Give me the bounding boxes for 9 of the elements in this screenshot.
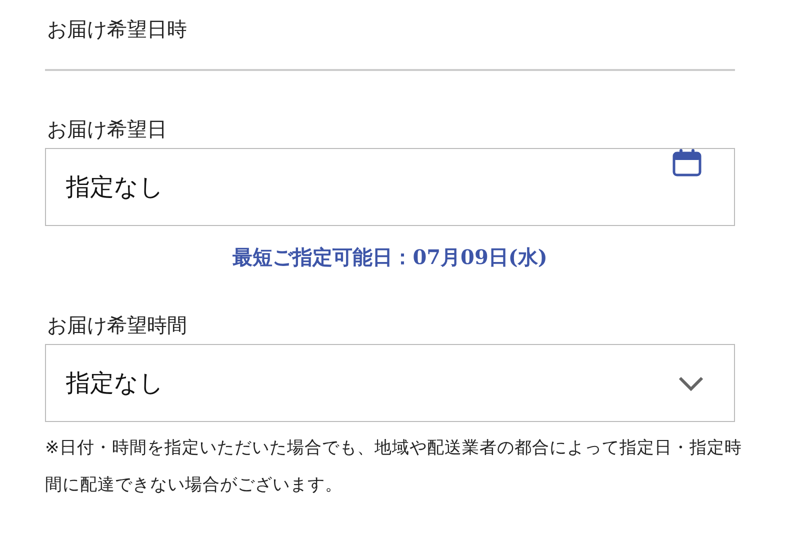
chevron-down-icon xyxy=(678,376,704,392)
note-text: ※日付・時間を指定いただいた場合でも、地域や配送業者の都合によって指定日・指定時間に配達できない場合がございます。 xyxy=(45,437,744,497)
section-title: お届け希望日時 xyxy=(46,16,188,43)
date-field[interactable]: 指定なし xyxy=(45,148,735,226)
field-label: お届け希望時間 xyxy=(46,312,188,339)
calendar-icon[interactable] xyxy=(672,149,702,177)
time-select[interactable]: 指定なし xyxy=(45,344,735,422)
field-label: お届け希望日 xyxy=(46,116,168,143)
earliest-date-text: 最短ご指定可能日：07月09日(水) xyxy=(232,244,548,271)
